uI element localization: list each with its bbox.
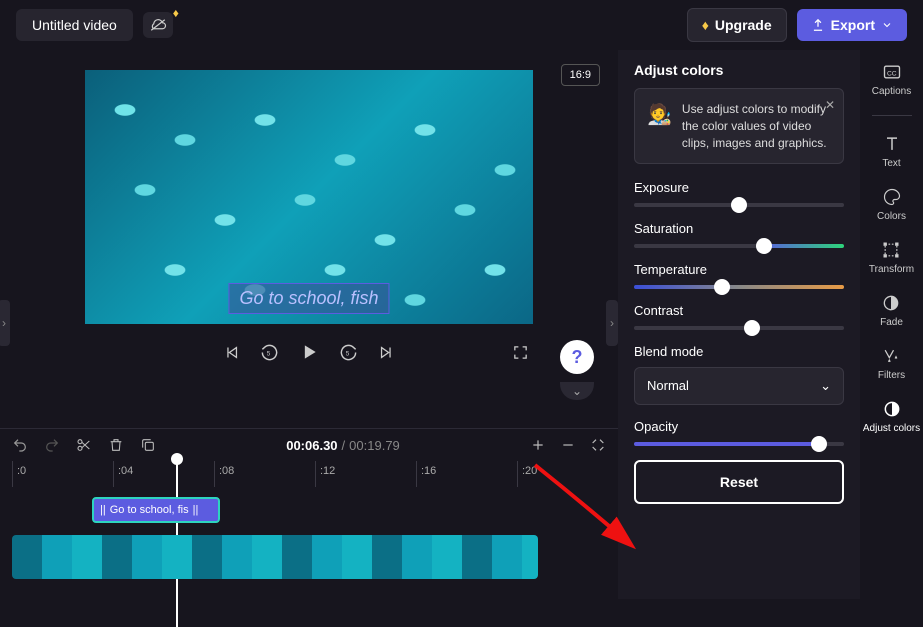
blend-mode-label: Blend mode: [634, 344, 844, 359]
reset-button[interactable]: Reset: [634, 460, 844, 504]
rail-label: Text: [882, 158, 900, 169]
rail-label: Adjust colors: [863, 423, 920, 434]
svg-text:CC: CC: [887, 70, 897, 77]
rail-adjust-colors[interactable]: Adjust colors: [863, 399, 920, 434]
zoom-out-icon[interactable]: [560, 437, 576, 453]
chevron-down-icon: ⌄: [820, 378, 831, 394]
help-button[interactable]: ?: [560, 340, 594, 374]
rail-transform[interactable]: Transform: [869, 240, 914, 275]
video-preview[interactable]: Go to school, fish: [85, 70, 533, 324]
undo-icon[interactable]: [12, 437, 28, 453]
svg-text:5: 5: [267, 350, 271, 357]
caption-clip-handle[interactable]: ||: [100, 504, 106, 516]
rail-label: Filters: [878, 370, 905, 381]
transform-icon: [881, 240, 901, 260]
panel-title: Adjust colors: [634, 62, 844, 78]
rail-label: Colors: [877, 211, 906, 222]
saturation-label: Saturation: [634, 221, 844, 236]
opacity-label: Opacity: [634, 419, 844, 434]
upgrade-label: Upgrade: [715, 17, 772, 33]
upload-icon: [811, 18, 825, 32]
export-label: Export: [831, 17, 875, 33]
close-icon[interactable]: ✕: [825, 97, 835, 114]
upgrade-button[interactable]: ♦ Upgrade: [687, 8, 787, 42]
exposure-label: Exposure: [634, 180, 844, 195]
contrast-label: Contrast: [634, 303, 844, 318]
ruler-tick: :04: [113, 461, 214, 487]
collapse-toggle[interactable]: ⌄: [560, 382, 594, 400]
crown-icon: ♦: [173, 6, 179, 20]
skip-end-icon[interactable]: [378, 344, 395, 361]
ruler-tick: :20: [517, 461, 618, 487]
exposure-slider[interactable]: [634, 203, 844, 207]
duplicate-icon[interactable]: [140, 437, 156, 453]
ruler-tick: :16: [416, 461, 517, 487]
left-panel-toggle[interactable]: ›: [0, 300, 10, 346]
saturation-slider[interactable]: [634, 244, 844, 248]
fullscreen-icon[interactable]: [512, 344, 529, 361]
blend-mode-value: Normal: [647, 378, 689, 394]
adjust-colors-icon: [882, 399, 902, 419]
video-title[interactable]: Untitled video: [16, 9, 133, 41]
palette-icon: [882, 187, 902, 207]
text-icon: [882, 134, 902, 154]
ruler-tick: :0: [12, 461, 113, 487]
opacity-slider[interactable]: [634, 442, 844, 446]
rail-label: Fade: [880, 317, 903, 328]
rail-text[interactable]: Text: [882, 134, 902, 169]
ruler-tick: :12: [315, 461, 416, 487]
tip-text: Use adjust colors to modify the color va…: [682, 101, 831, 151]
blend-mode-select[interactable]: Normal ⌄: [634, 367, 844, 405]
chevron-down-icon: [881, 19, 893, 31]
cloud-off-icon: [149, 18, 167, 32]
caption-clip-label: Go to school, fis: [110, 504, 189, 516]
zoom-in-icon[interactable]: [530, 437, 546, 453]
temperature-slider[interactable]: [634, 285, 844, 289]
caption-overlay[interactable]: Go to school, fish: [228, 283, 389, 314]
split-icon[interactable]: [76, 437, 92, 453]
aspect-ratio-badge[interactable]: 16:9: [561, 64, 600, 86]
rewind-5-icon[interactable]: 5: [260, 343, 279, 362]
rail-fade[interactable]: Fade: [880, 293, 903, 328]
timeline-ruler[interactable]: :0 :04 :08 :12 :16 :20: [0, 461, 618, 487]
rail-label: Captions: [872, 86, 911, 97]
redo-icon[interactable]: [44, 437, 60, 453]
tip-card: 🧑‍🎨 Use adjust colors to modify the colo…: [634, 88, 844, 164]
cloud-status-button[interactable]: ♦: [143, 12, 173, 38]
captions-icon: CC: [882, 62, 902, 82]
rail-captions[interactable]: CC Captions: [872, 62, 911, 97]
right-panel-toggle[interactable]: ›: [606, 300, 618, 346]
delete-icon[interactable]: [108, 437, 124, 453]
video-clip[interactable]: [12, 535, 538, 579]
caption-clip-handle[interactable]: ||: [193, 504, 199, 516]
fade-icon: [881, 293, 901, 313]
skip-start-icon[interactable]: [223, 344, 240, 361]
forward-5-icon[interactable]: 5: [339, 343, 358, 362]
play-button[interactable]: [299, 342, 319, 362]
fit-icon[interactable]: [590, 437, 606, 453]
time-display: 00:06.30 / 00:19.79: [286, 438, 400, 453]
export-button[interactable]: Export: [797, 9, 907, 41]
crown-icon: ♦: [702, 17, 709, 33]
svg-text:5: 5: [346, 350, 350, 357]
caption-clip[interactable]: || Go to school, fis ||: [92, 497, 220, 523]
rail-filters[interactable]: Filters: [878, 346, 905, 381]
filters-icon: [881, 346, 901, 366]
ruler-tick: :08: [214, 461, 315, 487]
rail-colors[interactable]: Colors: [877, 187, 906, 222]
temperature-label: Temperature: [634, 262, 844, 277]
rail-label: Transform: [869, 264, 914, 275]
painter-emoji-icon: 🧑‍🎨: [647, 101, 672, 151]
contrast-slider[interactable]: [634, 326, 844, 330]
